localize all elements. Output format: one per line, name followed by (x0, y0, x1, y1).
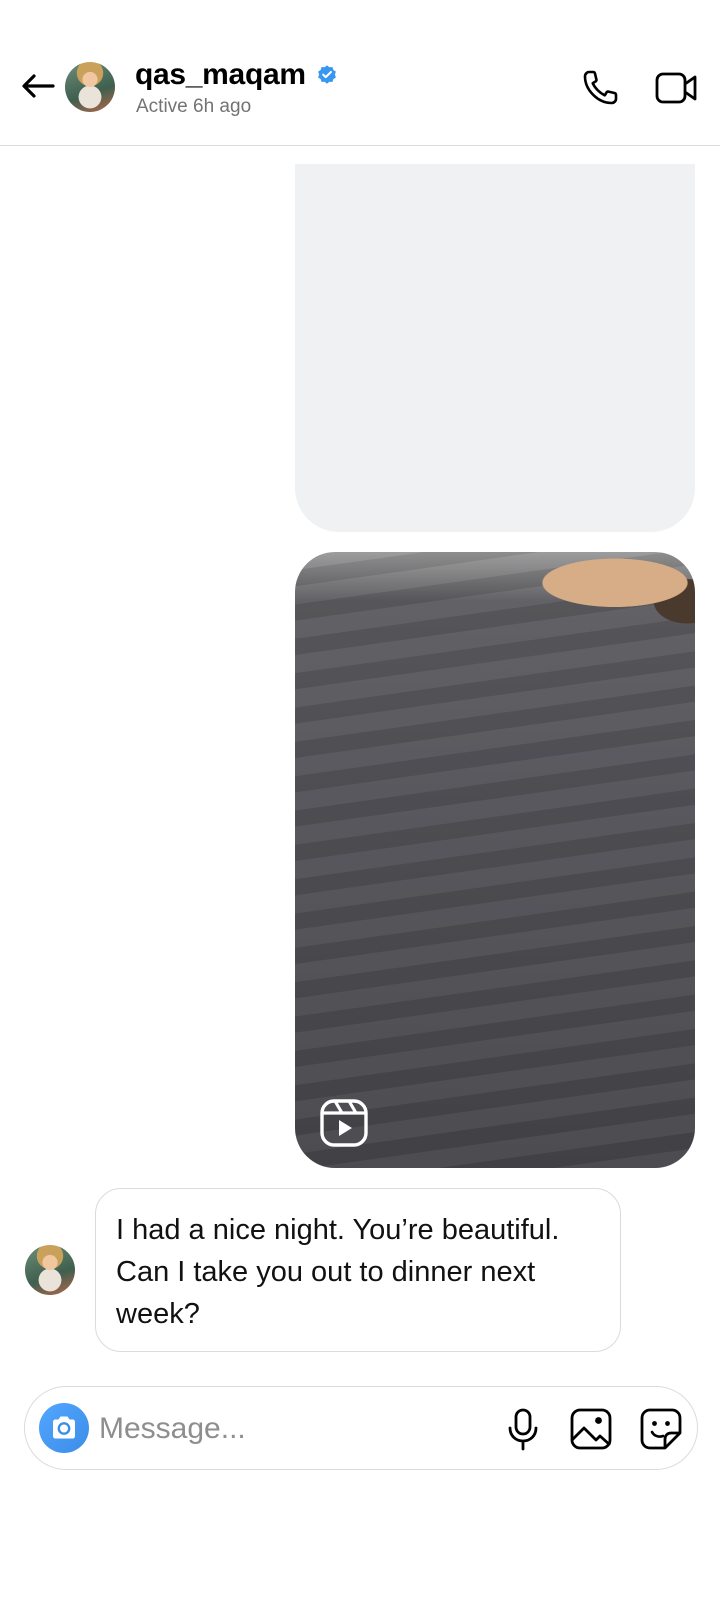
camera-icon (53, 1416, 75, 1439)
reels-icon (320, 1099, 368, 1147)
chat-screen: qas_maqam Active 6h ago I had a nice nig… (0, 0, 720, 1600)
gallery-button[interactable] (569, 1407, 613, 1451)
sticker-button[interactable] (639, 1407, 683, 1451)
video-call-button[interactable] (654, 68, 698, 108)
sender-avatar[interactable] (25, 1245, 75, 1295)
contact-username[interactable]: qas_maqam (135, 58, 306, 92)
back-arrow-icon (22, 74, 55, 98)
voice-message-button[interactable] (503, 1407, 543, 1451)
video-camera-icon (655, 72, 697, 104)
verified-badge-icon (316, 64, 338, 86)
camera-button[interactable] (39, 1403, 89, 1453)
voice-call-button[interactable] (580, 68, 620, 108)
phone-icon (583, 70, 618, 105)
message-input[interactable] (99, 1407, 459, 1451)
microphone-icon (508, 1408, 538, 1451)
sticker-icon (640, 1408, 682, 1450)
contact-avatar[interactable] (65, 62, 115, 112)
image-message-placeholder[interactable] (295, 164, 695, 532)
back-button[interactable] (18, 66, 58, 106)
chat-header: qas_maqam Active 6h ago (0, 0, 720, 146)
contact-name-row[interactable]: qas_maqam (135, 58, 338, 92)
activity-status: Active 6h ago (136, 96, 252, 117)
message-composer (24, 1386, 698, 1470)
reel-message[interactable] (295, 552, 695, 1168)
image-gallery-icon (570, 1408, 612, 1450)
incoming-message-bubble[interactable]: I had a nice night. You’re beautiful. Ca… (95, 1188, 621, 1352)
